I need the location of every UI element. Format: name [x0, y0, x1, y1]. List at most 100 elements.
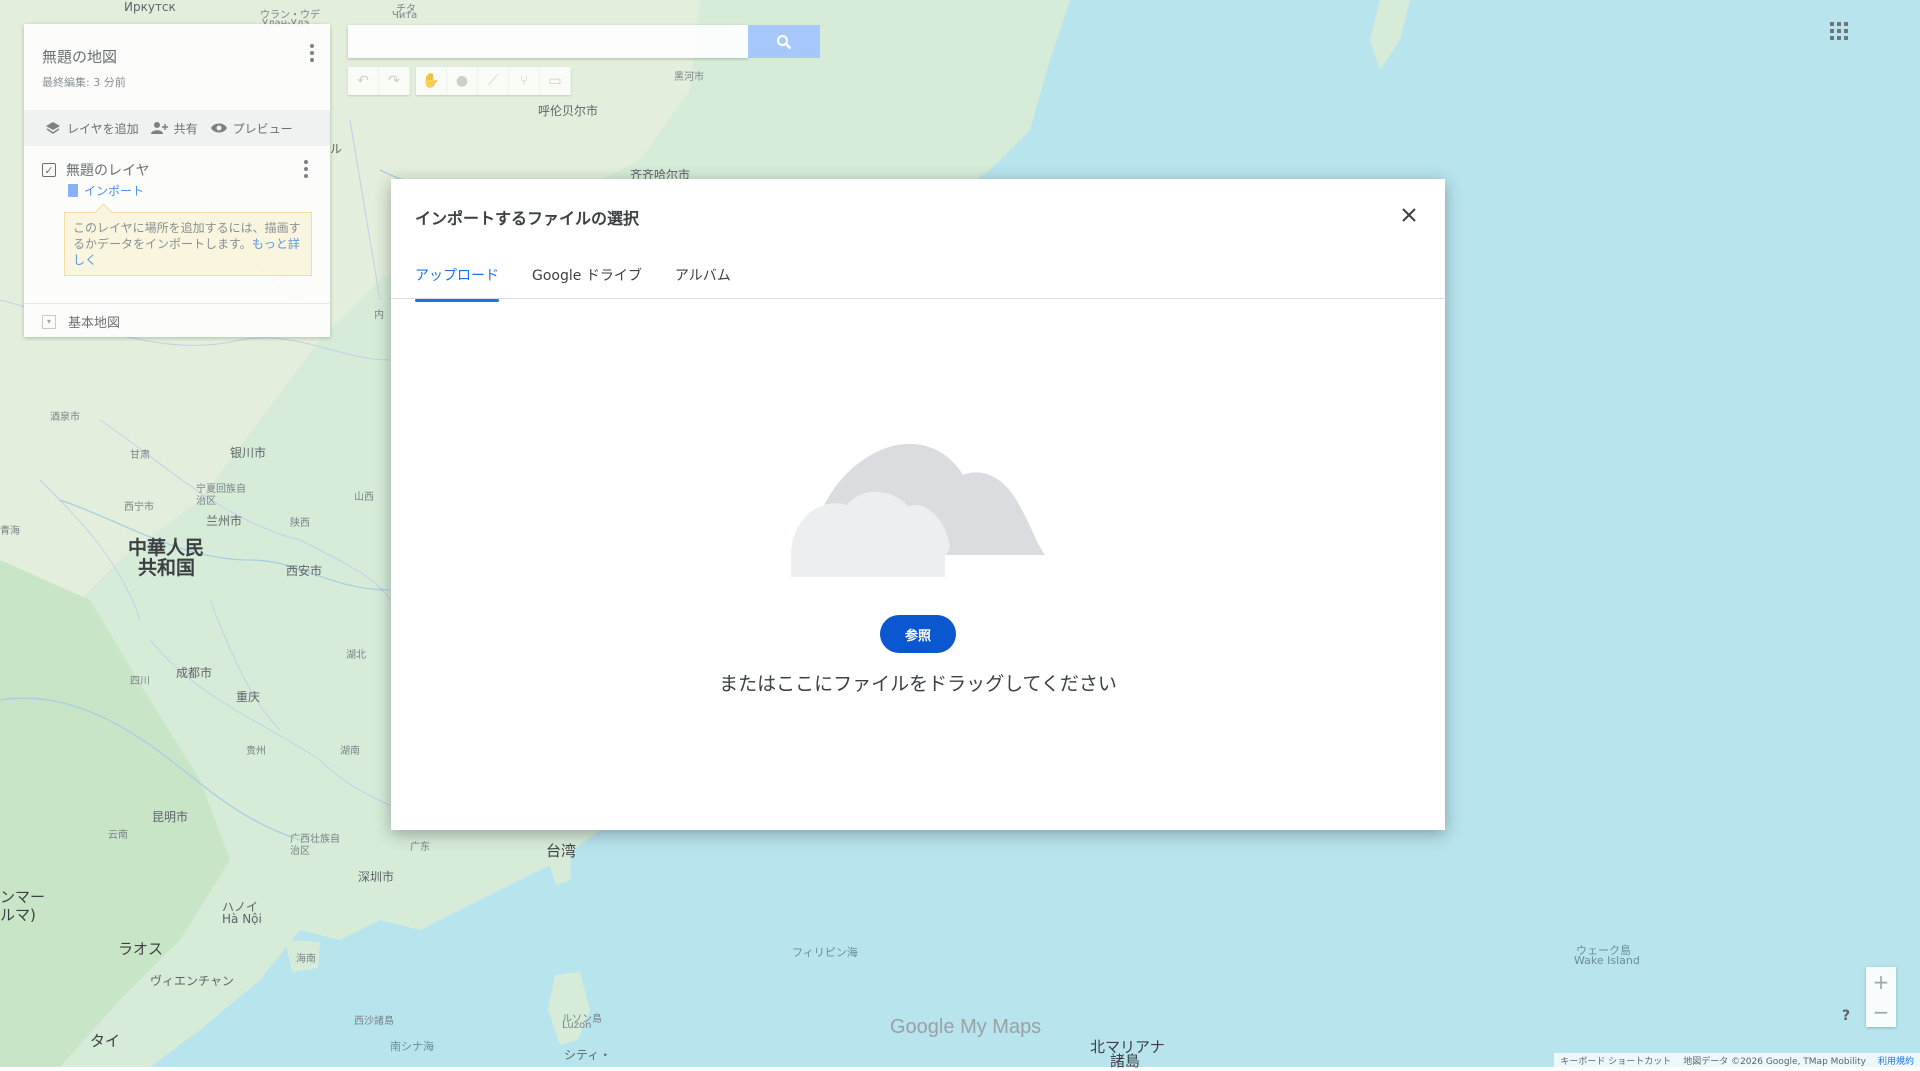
- map-label: 酒泉市: [50, 412, 80, 423]
- map-label: 湖南: [340, 746, 360, 757]
- map-sidebar-panel: 無題の地図 最終編集: 3 分前 レイヤを追加 共有 プレビュー ✓ 無題のレイ…: [24, 24, 330, 337]
- zoom-out-button[interactable]: −: [1866, 997, 1896, 1027]
- map-label: 银川市: [230, 446, 267, 460]
- google-my-maps-logo: Google My Maps: [890, 1016, 1041, 1039]
- map-label: 中華人民: [128, 537, 205, 559]
- map-label: 青海: [0, 526, 20, 537]
- map-label: 成都市: [176, 666, 213, 680]
- apps-grid-icon[interactable]: [1830, 22, 1848, 40]
- map-footer: キーボード ショートカット 地図データ ©2026 Google, TMap M…: [1554, 1053, 1920, 1067]
- map-label: シティ・: [564, 1048, 612, 1062]
- preview-label: プレビュー: [232, 121, 293, 136]
- layer-visibility-checkbox[interactable]: ✓: [42, 163, 56, 177]
- zoom-control: + −: [1866, 967, 1896, 1027]
- tab-upload[interactable]: アップロード: [415, 265, 499, 302]
- person-add-icon: [150, 121, 169, 135]
- map-options-menu-icon[interactable]: [302, 42, 322, 64]
- search-input[interactable]: [348, 25, 748, 58]
- search-icon: [777, 34, 792, 49]
- panel-actions-bar: レイヤを追加 共有 プレビュー: [24, 110, 330, 146]
- dialog-title: インポートするファイルの選択: [415, 209, 640, 228]
- help-button[interactable]: ?: [1836, 1006, 1856, 1026]
- map-label: ヴィエンチャン: [150, 974, 234, 988]
- map-label: ル: [330, 142, 343, 156]
- map-label: タイ: [90, 1032, 121, 1050]
- chevron-down-icon[interactable]: ▾: [42, 314, 56, 329]
- divider: [391, 298, 1445, 299]
- map-label: 广东: [410, 842, 430, 853]
- add-marker-icon[interactable]: ●: [447, 67, 478, 95]
- add-layer-button[interactable]: レイヤを追加: [44, 120, 139, 137]
- map-label: Wake Island: [1574, 954, 1640, 967]
- map-label: 山西: [354, 492, 374, 503]
- map-label: Иркутск: [124, 0, 176, 14]
- drag-drop-instruction: またはここにファイルをドラッグしてください: [719, 673, 1117, 695]
- map-label: 台湾: [546, 842, 577, 860]
- import-label: インポート: [84, 184, 145, 198]
- basemap-row[interactable]: ▾ 基本地図: [42, 312, 120, 331]
- map-label: 呼伦贝尔市: [538, 104, 599, 118]
- close-icon: [1402, 208, 1416, 222]
- hand-pan-icon[interactable]: ✋: [416, 67, 447, 95]
- map-label: 深圳市: [358, 870, 395, 884]
- directions-icon[interactable]: ⑂: [509, 67, 540, 95]
- preview-button[interactable]: プレビュー: [210, 120, 293, 137]
- ruler-icon[interactable]: ▭: [540, 67, 571, 95]
- divider: [24, 303, 330, 304]
- search-button[interactable]: [748, 25, 820, 58]
- browse-button[interactable]: 参照: [880, 615, 956, 653]
- map-label: 西安市: [286, 564, 323, 578]
- keyboard-shortcuts-link[interactable]: キーボード ショートカット: [1560, 1054, 1671, 1067]
- dialog-tabs: アップロード Google ドライブ アルバム: [415, 265, 764, 302]
- close-button[interactable]: [1397, 203, 1421, 227]
- map-label: 陕西: [290, 518, 310, 529]
- draw-line-icon[interactable]: ⟋: [478, 67, 509, 95]
- import-hint-tooltip: このレイヤに場所を追加するには、描画するかデータをインポートします。もっと詳しく: [64, 212, 312, 276]
- map-label: 内: [374, 310, 384, 321]
- map-label: 甘肃: [130, 450, 150, 461]
- map-title[interactable]: 無題の地図: [42, 46, 117, 67]
- last-edited-text: 最終編集: 3 分前: [42, 76, 126, 89]
- map-label: 四川: [130, 676, 150, 687]
- add-layer-label: レイヤを追加: [67, 121, 139, 136]
- map-label: 广西壮族自治区: [290, 834, 340, 857]
- map-label: 西沙諸島: [354, 1016, 394, 1027]
- map-label: 西宁市: [124, 502, 154, 513]
- tab-google-drive[interactable]: Google ドライブ: [532, 265, 642, 295]
- redo-icon[interactable]: ↷: [379, 67, 410, 95]
- undo-icon[interactable]: ↶: [348, 67, 379, 95]
- layers-icon: [44, 121, 62, 135]
- map-label: ルマ): [0, 906, 36, 924]
- tab-album[interactable]: アルバム: [675, 265, 731, 295]
- basemap-label: 基本地図: [68, 316, 121, 331]
- terms-link[interactable]: 利用規約: [1878, 1054, 1914, 1067]
- map-label: 昆明市: [152, 810, 189, 824]
- map-label: フィリピン海: [792, 946, 858, 959]
- share-button[interactable]: 共有: [150, 120, 198, 137]
- map-toolbar: ↶ ↷ ✋ ● ⟋ ⑂ ▭: [348, 67, 577, 95]
- layer-name[interactable]: 無題のレイヤ: [66, 160, 150, 180]
- mymaps-wordmark: My Maps: [960, 1016, 1042, 1038]
- map-label: ラオス: [118, 940, 164, 958]
- google-wordmark: Google: [890, 1016, 955, 1038]
- upload-cloud-illustration: [791, 443, 1045, 577]
- share-label: 共有: [173, 121, 198, 136]
- map-label: 黑河市: [674, 72, 704, 83]
- map-label: 共和国: [138, 557, 196, 579]
- layer-row: ✓ 無題のレイヤ: [42, 160, 150, 180]
- eye-icon: [210, 121, 228, 135]
- map-label: 南シナ海: [390, 1040, 434, 1053]
- map-label: 諸島: [1110, 1052, 1141, 1070]
- map-label: Чита: [392, 10, 418, 21]
- map-label: 海南: [296, 954, 316, 965]
- import-link[interactable]: インポート: [68, 182, 144, 199]
- file-upload-icon: [68, 184, 78, 197]
- map-data-attribution: 地図データ ©2026 Google, TMap Mobility: [1683, 1056, 1866, 1067]
- map-label: Hà Nội: [222, 912, 262, 926]
- map-label: 兰州市: [206, 514, 243, 528]
- import-file-dialog: インポートするファイルの選択 アップロード Google ドライブ アルバム 参…: [391, 179, 1445, 830]
- layer-options-menu-icon[interactable]: [296, 158, 316, 180]
- zoom-in-button[interactable]: +: [1866, 967, 1896, 997]
- map-label: 重庆: [236, 690, 261, 704]
- map-label: 宁夏回族自治区: [196, 484, 246, 507]
